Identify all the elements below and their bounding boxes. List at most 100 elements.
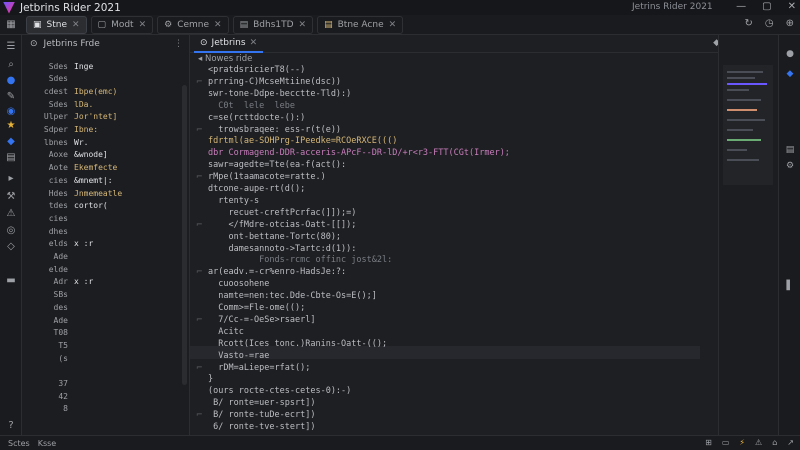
- code-line[interactable]: dbr Cormagend-DDR-acceris-APcF--DR-lD/+r…: [208, 148, 510, 160]
- tree-item[interactable]: Aote Ekemfecte: [22, 162, 118, 174]
- code-line[interactable]: <pratdsricierT8(--): [208, 65, 305, 77]
- tree-item[interactable]: Sdper Ibne:: [22, 124, 98, 136]
- tree-item[interactable]: Hdes Jnmemeatle: [22, 187, 122, 199]
- fold-marker-icon[interactable]: ⌐: [196, 267, 203, 276]
- code-line[interactable]: trowsbraqee: ess-r(t(e)): [208, 125, 341, 137]
- tree-item[interactable]: Adr x :r: [22, 276, 94, 288]
- tab-stne[interactable]: ▣ Stne ✕: [26, 15, 87, 34]
- fold-marker-icon[interactable]: ⌐: [196, 363, 203, 372]
- scroll-handle-icon[interactable]: ▌: [784, 281, 796, 293]
- code-line[interactable]: }: [208, 374, 213, 386]
- code-line[interactable]: rMpe(1taamacote=ratte.): [208, 172, 326, 184]
- close-window-button[interactable]: ✕: [788, 1, 796, 12]
- tree-item[interactable]: Sdes lDa.: [22, 98, 94, 110]
- refresh-icon[interactable]: ↻: [744, 18, 752, 29]
- gradle-icon[interactable]: ⚙: [784, 161, 796, 173]
- layout-icon[interactable]: ⊞: [705, 438, 712, 447]
- code-line[interactable]: cuoosohene: [208, 279, 269, 291]
- code-line[interactable]: recuet-creftPcrfac(]]);=): [208, 208, 356, 220]
- wrench-icon[interactable]: ⚒: [4, 190, 18, 204]
- code-line[interactable]: (ours rocte-ctes-cetes-0):-): [208, 386, 351, 398]
- code-line[interactable]: B/ ronte-tuDe-ecrt]): [208, 410, 315, 422]
- tab-modt[interactable]: ▢ Modt ✕: [90, 15, 154, 34]
- tree-item[interactable]: des: [22, 301, 74, 313]
- breadcrumb[interactable]: ◂ Nowes ride: [198, 54, 252, 64]
- tree-item[interactable]: cies: [22, 212, 74, 224]
- status-vcs[interactable]: Sctes: [8, 439, 30, 448]
- fold-marker-icon[interactable]: ⌐: [196, 125, 203, 134]
- folder-icon[interactable]: ▬: [4, 274, 18, 288]
- tree-item[interactable]: 8: [22, 403, 74, 415]
- debug-icon[interactable]: ◉: [4, 105, 18, 119]
- services-icon[interactable]: ◎: [4, 224, 18, 238]
- tree-item[interactable]: 37: [22, 378, 74, 390]
- menu-icon[interactable]: ▦: [0, 19, 22, 30]
- tree-item[interactable]: Sdes Inge: [22, 60, 94, 72]
- tree-item[interactable]: cies &mnemt|:: [22, 174, 113, 186]
- code-line[interactable]: Fonds-rcmc offinc jost&2l:: [208, 255, 392, 267]
- editor-tab-jetbrins[interactable]: ⊙ Jetbrins ✕: [194, 35, 264, 53]
- fold-marker-icon[interactable]: ⌐: [196, 315, 203, 324]
- tree-item[interactable]: [22, 365, 74, 377]
- tree-item[interactable]: SBs: [22, 289, 74, 301]
- history-icon[interactable]: ◷: [765, 18, 774, 29]
- close-icon[interactable]: ✕: [214, 20, 222, 30]
- fold-marker-icon[interactable]: ⌐: [196, 172, 203, 181]
- close-icon[interactable]: ✕: [250, 38, 258, 48]
- panel-options-icon[interactable]: ⋮: [174, 39, 183, 49]
- tree-item[interactable]: 42: [22, 390, 74, 402]
- fold-marker-icon[interactable]: ⌐: [196, 410, 203, 419]
- scrollbar[interactable]: [182, 85, 187, 385]
- tree-item[interactable]: elde: [22, 263, 74, 275]
- database-icon[interactable]: ▤: [4, 151, 18, 165]
- target-icon[interactable]: ⊙: [30, 39, 38, 49]
- code-line[interactable]: fdrtml(ae-SOHPrg-IPeedke=RCOeRXCE(((): [208, 136, 397, 148]
- code-line[interactable]: namte=nen:tec.Dde-Cbte-Os=E();]: [208, 291, 377, 303]
- code-line[interactable]: ont-bettane-Tortc(80);: [208, 232, 341, 244]
- tree-item[interactable]: elds x :r: [22, 238, 94, 250]
- tab-cemne[interactable]: ⚙ Cemne ✕: [157, 15, 229, 34]
- run-icon[interactable]: ●: [4, 74, 18, 88]
- code-line[interactable]: 6/ ronte-tve-stert]): [208, 422, 315, 434]
- tree-item[interactable]: Ade: [22, 251, 74, 263]
- star-icon[interactable]: ★: [4, 119, 18, 133]
- home-icon[interactable]: ⌂: [772, 438, 777, 447]
- fold-marker-icon[interactable]: ⌐: [196, 77, 203, 86]
- code-line[interactable]: B/ ronte=uer-spsrt]): [208, 398, 315, 410]
- window-icon[interactable]: ▭: [722, 438, 730, 447]
- close-icon[interactable]: ✕: [299, 20, 307, 30]
- fold-marker-icon[interactable]: ⌐: [196, 220, 203, 229]
- code-line[interactable]: rDM=aLiepe=rfat();: [208, 363, 310, 375]
- database-icon[interactable]: ▤: [784, 145, 796, 157]
- tree-item[interactable]: (s: [22, 352, 74, 364]
- expand-icon[interactable]: ↗: [787, 438, 794, 447]
- code-line[interactable]: sawr=agedte=Tte(ea-f(act():: [208, 160, 346, 172]
- add-icon[interactable]: ⊕: [786, 18, 794, 29]
- search-icon[interactable]: ⌕: [4, 58, 18, 72]
- code-line[interactable]: </fMdre-otcias-Oatt-[[]);: [208, 220, 356, 232]
- minimize-button[interactable]: —: [736, 1, 746, 12]
- tree-item[interactable]: lbnes Wr.: [22, 136, 89, 148]
- tree-item[interactable]: T5: [22, 339, 74, 351]
- git-icon[interactable]: ◆: [4, 135, 18, 149]
- minimap[interactable]: [723, 65, 773, 185]
- tree-item[interactable]: Ulper Jor'ntet]: [22, 111, 117, 123]
- code-line[interactable]: dtcone-aupe-rt(d();: [208, 184, 305, 196]
- code-line[interactable]: prrring-C)McseMtiine(dsc)): [208, 77, 341, 89]
- code-line[interactable]: Comm>=Fle-ome(();: [208, 303, 305, 315]
- status-encoding[interactable]: Ksse: [38, 439, 57, 448]
- help-icon[interactable]: ?: [4, 419, 18, 433]
- code-line[interactable]: Rcott(Ices tonc.)Ranins-Oatt-(();: [208, 339, 387, 351]
- ai-assistant-icon[interactable]: ◆: [784, 69, 796, 81]
- code-editor[interactable]: ⊙ Jetbrins ✕ ◆ ◀ ⌕ ● ⚙ ◂ Nowes ride <pra…: [190, 35, 788, 435]
- code-line[interactable]: 7/Cc-=-OeSe>rsaerl]: [208, 315, 315, 327]
- tab-bdhs1td[interactable]: ▤ Bdhs1TD ✕: [232, 15, 314, 34]
- explorer-icon[interactable]: ☰: [4, 40, 18, 54]
- tree-item[interactable]: Sdes: [22, 73, 74, 85]
- close-icon[interactable]: ✕: [72, 20, 80, 30]
- code-line[interactable]: c=se(rcttdocte-():): [208, 113, 305, 125]
- notifications-icon[interactable]: ◇: [4, 240, 18, 254]
- warning-icon[interactable]: ⚠: [755, 438, 762, 447]
- edit-icon[interactable]: ✎: [4, 90, 18, 104]
- code-line[interactable]: C0t lele lebe: [208, 101, 295, 113]
